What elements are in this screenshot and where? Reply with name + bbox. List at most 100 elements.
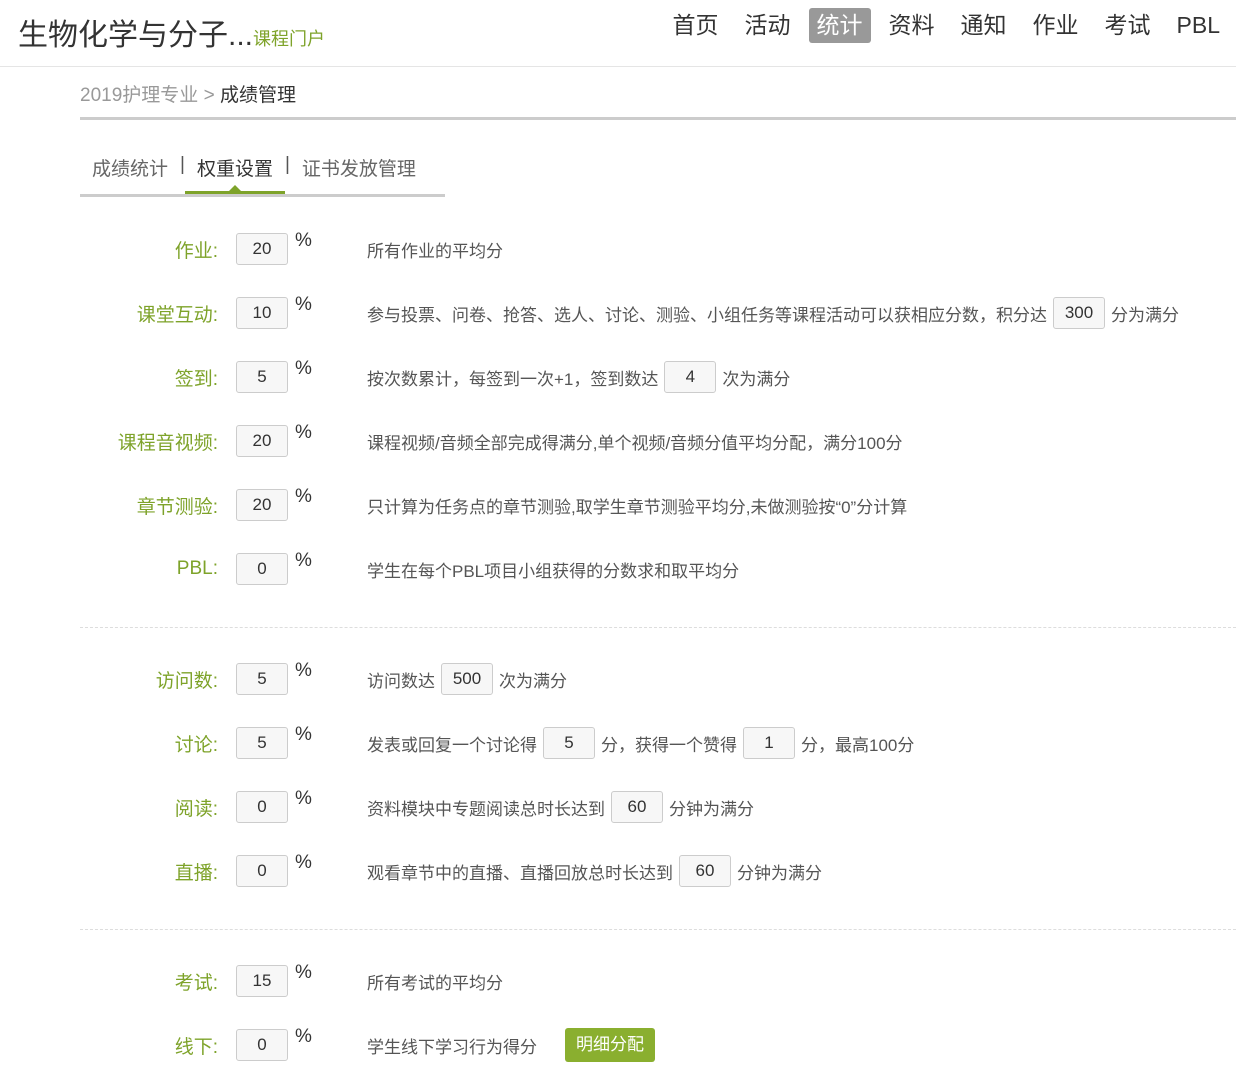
weight-input[interactable]: 20 <box>236 233 288 265</box>
weight-label: 讨论: <box>174 734 218 756</box>
weight-input[interactable]: 20 <box>236 425 288 457</box>
threshold-input[interactable]: 300 <box>1053 297 1105 329</box>
weight-label: 直播: <box>174 862 218 884</box>
weight-input[interactable]: 5 <box>236 361 288 393</box>
description-text: 分钟为满分 <box>737 863 822 883</box>
description-text: 分，获得一个赞得 <box>601 735 737 755</box>
description-text: 学生在每个PBL项目小组获得的分数求和取平均分 <box>367 561 740 581</box>
description-text: 访问数达 <box>367 671 435 691</box>
weight-input[interactable]: 0 <box>236 791 288 823</box>
course-portal-link[interactable]: 课程门户 <box>253 29 325 49</box>
weight-description: 访问数达 500 次为满分 <box>367 663 567 695</box>
weight-input[interactable]: 0 <box>236 553 288 585</box>
weight-label: 线下: <box>174 1036 218 1058</box>
weight-description: 所有作业的平均分 <box>367 237 503 262</box>
weight-label: 访问数: <box>155 670 218 692</box>
percent-sign: % <box>295 724 312 745</box>
nav-item-5[interactable]: 作业 <box>1025 8 1087 43</box>
weight-row: 考试: 15% 所有考试的平均分 <box>0 962 1236 998</box>
weight-input[interactable]: 20 <box>236 489 288 521</box>
weight-row: 线下: 0% 学生线下学习行为得分 明细分配 <box>0 1026 1236 1062</box>
percent-sign: % <box>295 358 312 379</box>
course-title: 生物化学与分子...课程门户 <box>18 10 325 54</box>
weight-label: PBL: <box>176 558 218 579</box>
description-text: 课程视频/音频全部完成得满分,单个视频/音频分值平均分配，满分100分 <box>367 433 903 453</box>
description-text: 所有作业的平均分 <box>367 241 503 261</box>
threshold-input[interactable]: 60 <box>679 855 731 887</box>
weight-label: 章节测验: <box>136 496 218 518</box>
description-text: 参与投票、问卷、抢答、选人、讨论、测验、小组任务等课程活动可以获相应分数，积分达 <box>367 305 1047 325</box>
weight-description: 参与投票、问卷、抢答、选人、讨论、测验、小组任务等课程活动可以获相应分数，积分达… <box>367 297 1179 329</box>
weight-label: 签到: <box>174 368 218 390</box>
percent-sign: % <box>295 486 312 507</box>
weight-description: 学生在每个PBL项目小组获得的分数求和取平均分 <box>367 557 739 582</box>
nav-item-3[interactable]: 资料 <box>881 8 943 43</box>
weight-description: 观看章节中的直播、直播回放总时长达到 60 分钟为满分 <box>367 855 822 887</box>
description-text: 次为满分 <box>499 671 567 691</box>
detail-allocation-button[interactable]: 明细分配 <box>565 1028 655 1062</box>
percent-sign: % <box>295 1026 312 1047</box>
description-text: 观看章节中的直播、直播回放总时长达到 <box>367 863 673 883</box>
weight-row: 讨论: 5% 发表或回复一个讨论得 5 分，获得一个赞得 1 分，最高100分 <box>0 724 1236 760</box>
weight-input[interactable]: 5 <box>236 663 288 695</box>
weight-description: 只计算为任务点的章节测验,取学生章节测验平均分,未做测验按“0”分计算 <box>367 493 907 518</box>
weight-input[interactable]: 0 <box>236 1029 288 1061</box>
threshold-input[interactable]: 4 <box>664 361 717 393</box>
description-text: 分钟为满分 <box>669 799 754 819</box>
weight-row: 阅读: 0% 资料模块中专题阅读总时长达到 60 分钟为满分 <box>0 788 1236 824</box>
weight-input[interactable]: 15 <box>236 965 288 997</box>
nav-item-4[interactable]: 通知 <box>953 8 1015 43</box>
percent-sign: % <box>295 852 312 873</box>
weight-input[interactable]: 0 <box>236 855 288 887</box>
percent-sign: % <box>295 294 312 315</box>
top-header: 生物化学与分子...课程门户 首页 活动 统计 资料 通知 作业 考试 PBL <box>0 0 1236 67</box>
weight-description: 所有考试的平均分 <box>367 969 503 994</box>
weight-row: PBL: 0% 学生在每个PBL项目小组获得的分数求和取平均分 <box>0 550 1236 586</box>
tab-0[interactable]: 成绩统计 <box>80 154 180 182</box>
description-text: 发表或回复一个讨论得 <box>367 735 537 755</box>
tab-2[interactable]: 证书发放管理 <box>290 154 428 182</box>
breadcrumb-divider <box>80 117 1236 120</box>
nav-item-6[interactable]: 考试 <box>1097 8 1159 43</box>
threshold-input[interactable]: 1 <box>743 727 795 759</box>
weight-row: 直播: 0% 观看章节中的直播、直播回放总时长达到 60 分钟为满分 <box>0 852 1236 888</box>
tab-bar: 成绩统计 | 权重设置 | 证书发放管理 <box>80 154 445 197</box>
description-text: 资料模块中专题阅读总时长达到 <box>367 799 605 819</box>
percent-sign: % <box>295 962 312 983</box>
course-name: 生物化学与分子... <box>18 19 254 52</box>
weight-input[interactable]: 5 <box>236 727 288 759</box>
weight-label: 阅读: <box>174 798 218 820</box>
weight-input[interactable]: 10 <box>236 297 288 329</box>
weight-label: 作业: <box>174 240 218 262</box>
weight-description: 学生线下学习行为得分 明细分配 <box>367 1028 655 1062</box>
description-text: 按次数累计，每签到一次+1，签到数达 <box>367 369 659 389</box>
tab-1[interactable]: 权重设置 <box>184 154 285 194</box>
main-nav: 首页 活动 统计 资料 通知 作业 考试 PBL <box>655 8 1228 43</box>
percent-sign: % <box>295 230 312 251</box>
nav-item-1[interactable]: 活动 <box>737 8 799 43</box>
nav-item-7[interactable]: PBL <box>1169 8 1228 43</box>
breadcrumb-parent[interactable]: 2019护理专业 <box>80 85 198 106</box>
weight-description: 资料模块中专题阅读总时长达到 60 分钟为满分 <box>367 791 754 823</box>
threshold-input[interactable]: 500 <box>441 663 493 695</box>
weight-row: 访问数: 5% 访问数达 500 次为满分 <box>0 660 1236 696</box>
threshold-input[interactable]: 60 <box>611 791 663 823</box>
nav-item-0[interactable]: 首页 <box>665 8 727 43</box>
breadcrumb-separator: > <box>203 85 215 106</box>
description-text: 次为满分 <box>722 369 791 389</box>
breadcrumb-current: 成绩管理 <box>219 85 296 106</box>
weight-description: 按次数累计，每签到一次+1，签到数达 4 次为满分 <box>367 361 790 393</box>
description-text: 学生线下学习行为得分 <box>367 1037 537 1057</box>
weight-label: 课堂互动: <box>136 304 218 326</box>
weight-row: 作业: 20% 所有作业的平均分 <box>0 230 1236 266</box>
weight-row: 签到: 5% 按次数累计，每签到一次+1，签到数达 4 次为满分 <box>0 358 1236 394</box>
threshold-input[interactable]: 5 <box>543 727 595 759</box>
section-divider <box>80 627 1236 628</box>
description-text: 只计算为任务点的章节测验,取学生章节测验平均分,未做测验按“0”分计算 <box>367 497 908 517</box>
nav-item-2[interactable]: 统计 <box>808 8 871 43</box>
description-text: 分为满分 <box>1111 305 1179 325</box>
section-divider <box>80 929 1236 930</box>
description-text: 分，最高100分 <box>801 735 915 755</box>
percent-sign: % <box>295 788 312 809</box>
weight-description: 课程视频/音频全部完成得满分,单个视频/音频分值平均分配，满分100分 <box>367 429 903 454</box>
